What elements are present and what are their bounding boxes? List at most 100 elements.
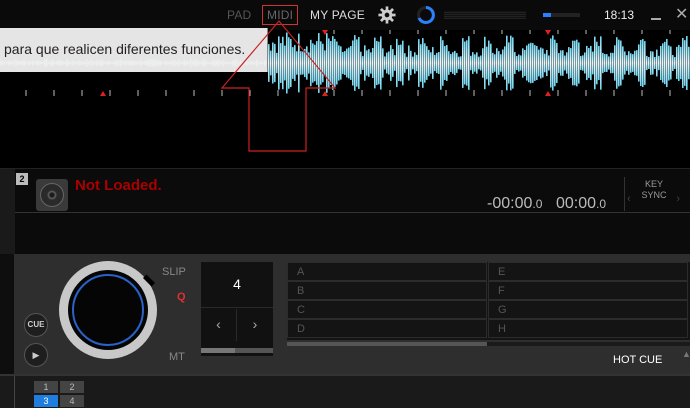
waveform-bar xyxy=(424,43,426,83)
slip-button[interactable]: SLIP xyxy=(162,266,186,278)
waveform-bar xyxy=(456,53,458,73)
deck-select-4[interactable]: 4 xyxy=(60,395,84,407)
loading-spinner-icon xyxy=(417,6,435,24)
waveform-bar xyxy=(578,42,580,84)
pad-f[interactable]: F xyxy=(488,281,688,300)
minimize-icon[interactable] xyxy=(651,8,661,20)
waveform-bar xyxy=(398,44,400,82)
loop-length-value[interactable]: 4 xyxy=(201,262,273,308)
waveform-bar xyxy=(478,56,480,70)
pad-mode-arrows-icon[interactable]: ▲▼ xyxy=(682,350,690,359)
waveform-bar xyxy=(674,56,676,70)
waveform-bar xyxy=(506,35,508,91)
waveform-bar xyxy=(518,54,520,72)
waveform-bar xyxy=(434,54,436,72)
waveform-bar xyxy=(482,48,484,78)
waveform-bar xyxy=(634,50,636,76)
waveform-bar xyxy=(336,41,338,85)
loop-control: 4 ‹ › xyxy=(201,262,273,356)
waveform-bar xyxy=(612,52,614,74)
key-sync-label: KEY SYNC xyxy=(641,179,667,200)
waveform-bar xyxy=(278,36,280,90)
waveform-bar xyxy=(678,45,680,81)
waveform-bar xyxy=(498,51,500,75)
waveform-bar xyxy=(504,46,506,80)
key-sync-button[interactable]: KEY SYNC ‹ › xyxy=(624,177,682,211)
waveform-bar xyxy=(430,52,432,74)
waveform-bar xyxy=(318,33,320,93)
waveform-bar xyxy=(688,46,690,80)
loop-next-button[interactable]: › xyxy=(237,309,273,341)
waveform-bar xyxy=(616,37,618,89)
waveform-bar xyxy=(522,48,524,78)
waveform-bar xyxy=(312,43,314,83)
pad-h[interactable]: H xyxy=(488,319,688,338)
waveform-bar xyxy=(490,43,492,83)
waveform-bar xyxy=(268,44,270,82)
close-icon[interactable]: ✕ xyxy=(675,4,688,24)
waveform-bar xyxy=(420,44,422,82)
chevron-left-icon[interactable]: ‹ xyxy=(627,193,631,205)
deck-select-2[interactable]: 2 xyxy=(60,381,84,393)
waveform-bar xyxy=(660,45,662,81)
waveform-bar xyxy=(606,54,608,72)
pad-d[interactable]: D xyxy=(287,319,487,338)
pads-scrollbar[interactable] xyxy=(287,342,690,346)
master-tempo-button[interactable]: MT xyxy=(169,351,185,363)
waveform-bar xyxy=(638,44,640,82)
nav-my-page[interactable]: MY PAGE xyxy=(310,8,365,22)
waveform-bar xyxy=(438,51,440,75)
waveform-bar xyxy=(620,40,622,86)
time-remaining-main: -00:00 xyxy=(487,195,533,212)
waveform-bar xyxy=(352,40,354,86)
pad-mode-label[interactable]: HOT CUE xyxy=(613,354,662,366)
cue-button[interactable]: CUE xyxy=(24,313,48,337)
waveform-bar xyxy=(404,53,406,73)
waveform-bar xyxy=(462,38,464,88)
waveform-bar xyxy=(604,54,606,72)
waveform-bar xyxy=(296,51,298,75)
pad-b[interactable]: B xyxy=(287,281,487,300)
waveform-bar xyxy=(544,53,546,73)
pad-g[interactable]: G xyxy=(488,300,688,319)
jog-wheel[interactable] xyxy=(59,261,157,359)
waveform-bar xyxy=(410,50,412,76)
waveform-bar xyxy=(282,36,284,90)
waveform-bar xyxy=(454,50,456,76)
waveform-bar xyxy=(496,48,498,78)
waveform-bar xyxy=(360,51,362,75)
waveform-bar xyxy=(322,43,324,83)
deck-select-1[interactable]: 1 xyxy=(34,381,58,393)
waveform-bar xyxy=(500,54,502,72)
play-button[interactable]: ▶ xyxy=(24,343,48,367)
waveform-bar xyxy=(350,46,352,80)
waveform-bar xyxy=(342,52,344,74)
waveform-bar xyxy=(446,45,448,81)
waveform-bar xyxy=(306,46,308,80)
quantize-button[interactable]: Q xyxy=(177,291,186,303)
waveform-bar xyxy=(458,56,460,70)
waveform-bar xyxy=(632,54,634,72)
level-meter xyxy=(444,11,526,19)
waveform-bar xyxy=(468,36,470,90)
deck-select-3[interactable]: 3 xyxy=(34,395,58,407)
waveform-bar xyxy=(308,52,310,74)
nav-midi[interactable]: MIDI xyxy=(262,5,299,25)
chevron-right-icon[interactable]: › xyxy=(676,193,680,205)
deck-side-strip xyxy=(0,169,15,257)
pad-c[interactable]: C xyxy=(287,300,487,319)
pad-e[interactable]: E xyxy=(488,262,688,281)
waveform-bar xyxy=(602,52,604,74)
loop-prev-button[interactable]: ‹ xyxy=(201,309,237,341)
waveform-bar xyxy=(372,47,374,79)
pad-a[interactable]: A xyxy=(287,262,487,281)
waveform-bar xyxy=(628,51,630,75)
waveform-bar xyxy=(334,38,336,88)
gear-icon[interactable] xyxy=(378,6,396,24)
waveform-bar xyxy=(530,42,532,84)
waveform-bar xyxy=(650,51,652,75)
waveform-bar xyxy=(310,39,312,87)
waveform-bar xyxy=(412,56,414,70)
waveform-bar xyxy=(366,50,368,76)
nav-pad[interactable]: PAD xyxy=(227,8,251,22)
